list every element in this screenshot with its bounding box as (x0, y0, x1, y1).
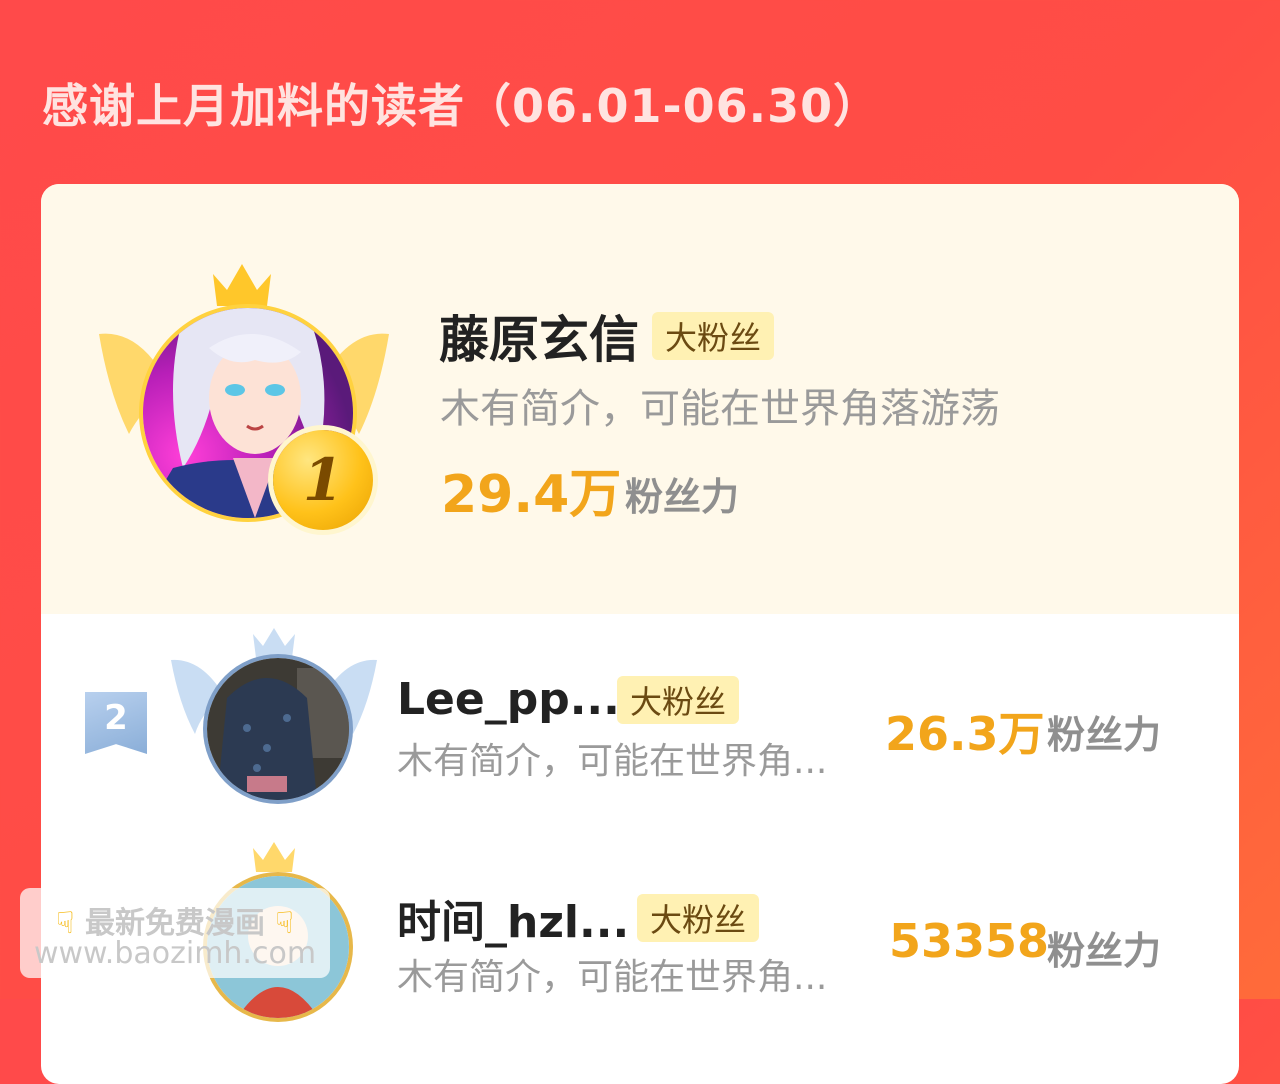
silver-crown-icon (253, 628, 295, 658)
fan-level-badge: 大粉丝 (617, 676, 739, 724)
fan-power-label: 粉丝力 (625, 475, 740, 519)
fan-power-value: 53358 (889, 914, 1050, 968)
user-name[interactable]: 藤原玄信 (439, 300, 639, 372)
photo-avatar-icon (207, 658, 349, 800)
watermark: ☟ 最新免费漫画 ☟ www.baozimh.com (20, 888, 330, 978)
fan-level-badge: 大粉丝 (652, 312, 774, 360)
rank-2-row[interactable]: 2 Lee_pp... 大粉丝 木有简介，可能在世界角... 26.3万 粉丝力 (41, 614, 1239, 824)
fan-level-badge: 大粉丝 (637, 894, 759, 942)
page-title: 感谢上月加料的读者（06.01-06.30） (42, 79, 881, 133)
user-bio: 木有简介，可能在世界角... (397, 741, 828, 782)
user-name[interactable]: Lee_pp... (397, 674, 620, 725)
bronze-crown-icon (253, 842, 295, 872)
rank-1-row[interactable]: 1 藤原玄信 大粉丝 木有简介，可能在世界角落游荡 29.4万 粉丝力 (41, 184, 1239, 614)
rank-1-medal-icon: 1 (273, 430, 373, 530)
fan-power-label: 粉丝力 (1047, 929, 1162, 973)
fan-power-value: 26.3万 (885, 707, 1045, 761)
crown-icon (213, 264, 271, 306)
user-bio: 木有简介，可能在世界角... (397, 957, 828, 998)
user-name[interactable]: 时间_hzl... (397, 886, 629, 950)
fan-power-label: 粉丝力 (1047, 713, 1162, 757)
avatar (207, 658, 349, 800)
rank-2-badge-icon: 2 (85, 692, 147, 754)
watermark-url: www.baozimh.com (33, 936, 317, 971)
fan-power-value: 29.4万 (441, 465, 622, 525)
user-bio: 木有简介，可能在世界角落游荡 (440, 386, 1000, 432)
